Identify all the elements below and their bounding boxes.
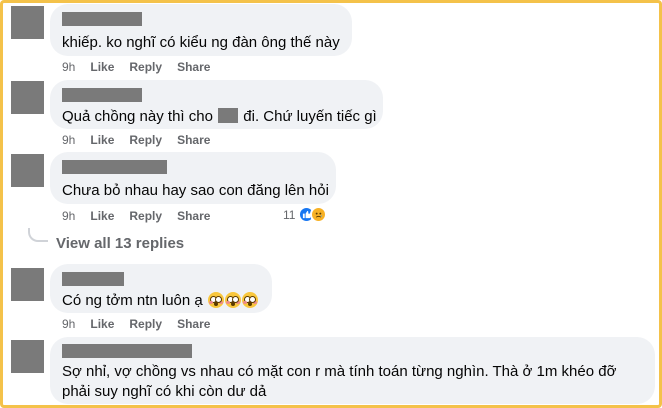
avatar[interactable] bbox=[11, 340, 44, 373]
redacted-word bbox=[218, 108, 239, 123]
comment-text: Chưa bỏ nhau hay sao con đăng lên hỏi bbox=[62, 182, 329, 199]
comment-text: Có ng tởm ntn luôn ạ bbox=[62, 291, 260, 311]
comment-text-content: Có ng tởm ntn luôn ạ bbox=[62, 292, 203, 309]
avatar[interactable] bbox=[11, 154, 44, 187]
author-name-redacted[interactable] bbox=[62, 344, 192, 358]
author-name-redacted[interactable] bbox=[62, 160, 167, 174]
thread-connector bbox=[28, 228, 48, 242]
comment-time[interactable]: 9h bbox=[62, 317, 75, 331]
like-button[interactable]: Like bbox=[90, 317, 114, 331]
share-button[interactable]: Share bbox=[177, 60, 210, 74]
sad-icon bbox=[310, 206, 328, 223]
avatar[interactable] bbox=[11, 6, 44, 39]
comment-actions: 9h Like Reply Share bbox=[62, 317, 210, 331]
comment-time[interactable]: 9h bbox=[62, 133, 75, 147]
share-button[interactable]: Share bbox=[177, 133, 210, 147]
comment-time[interactable]: 9h bbox=[62, 209, 75, 223]
avatar[interactable] bbox=[11, 81, 44, 114]
comment-bubble: Quả chồng này thì cho đi. Chứ luyến tiếc… bbox=[50, 80, 383, 129]
author-name-redacted[interactable] bbox=[62, 88, 142, 102]
comment-actions: 9h Like Reply Share bbox=[62, 133, 210, 147]
comment-bubble: Chưa bỏ nhau hay sao con đăng lên hỏi bbox=[50, 152, 336, 204]
view-replies-link[interactable]: View all 13 replies bbox=[56, 235, 184, 252]
comment-actions: 9h Like Reply Share bbox=[62, 60, 210, 74]
reaction-count: 11 bbox=[283, 207, 296, 222]
flushed-face-icon bbox=[224, 292, 241, 308]
reaction-summary[interactable]: 11 bbox=[283, 206, 328, 223]
flushed-face-icon bbox=[207, 292, 224, 308]
comment-text-after: đi. Chứ luyến tiếc gì bbox=[243, 108, 377, 125]
like-button[interactable]: Like bbox=[90, 133, 114, 147]
like-button[interactable]: Like bbox=[90, 60, 114, 74]
comment-bubble: Có ng tởm ntn luôn ạ bbox=[50, 264, 272, 313]
comment-bubble: Sợ nhỉ, vợ chồng vs nhau có mặt con r mà… bbox=[50, 337, 655, 404]
comment-text-before: Quả chồng này thì cho bbox=[62, 108, 213, 125]
share-button[interactable]: Share bbox=[177, 209, 210, 223]
reply-button[interactable]: Reply bbox=[129, 60, 162, 74]
share-button[interactable]: Share bbox=[177, 317, 210, 331]
comment-actions: 9h Like Reply Share bbox=[62, 209, 210, 223]
like-button[interactable]: Like bbox=[90, 209, 114, 223]
reply-button[interactable]: Reply bbox=[129, 209, 162, 223]
reply-button[interactable]: Reply bbox=[129, 133, 162, 147]
comment-text: khiếp. ko nghĩ có kiểu ng đàn ông thế nà… bbox=[62, 34, 340, 51]
comment-text: Sợ nhỉ, vợ chồng vs nhau có mặt con r mà… bbox=[62, 363, 617, 400]
comment-text: Quả chồng này thì cho đi. Chứ luyến tiếc… bbox=[62, 107, 377, 127]
comment-time[interactable]: 9h bbox=[62, 60, 75, 74]
avatar[interactable] bbox=[11, 268, 44, 301]
flushed-face-icon bbox=[241, 292, 258, 308]
reply-button[interactable]: Reply bbox=[129, 317, 162, 331]
author-name-redacted[interactable] bbox=[62, 12, 142, 26]
comment-bubble: khiếp. ko nghĩ có kiểu ng đàn ông thế nà… bbox=[50, 4, 352, 56]
author-name-redacted[interactable] bbox=[62, 272, 124, 286]
